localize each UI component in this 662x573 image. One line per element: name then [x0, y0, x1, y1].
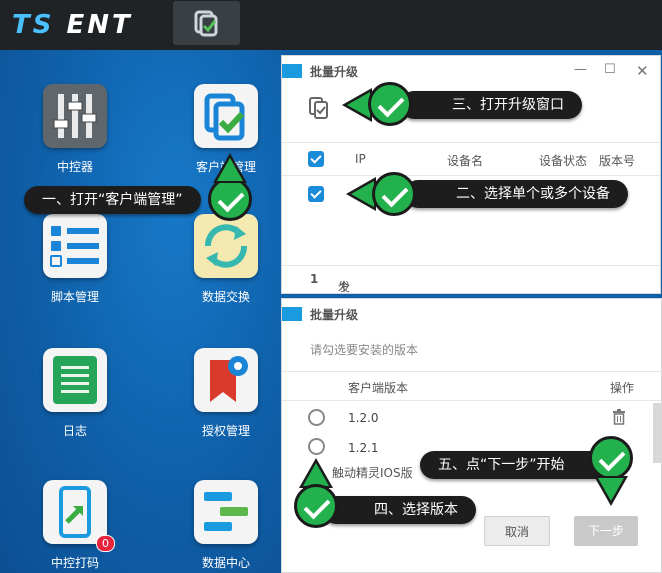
sliders-icon	[43, 84, 107, 148]
col-client-version: 客户端版本	[348, 381, 409, 395]
version-hint: 请勾选要安装的版本	[310, 343, 419, 357]
version-radio[interactable]	[308, 409, 325, 426]
app-label: 脚本管理	[50, 290, 99, 304]
col-version: 版本号	[599, 154, 636, 168]
col-ip: IP	[355, 152, 366, 166]
sync-icon	[205, 224, 247, 268]
version-select-window: 批量升级 请勾选要安装的版本 客户端版本 操作 1.2.0 1.2.1 触动精灵…	[281, 298, 662, 573]
checkmark-pin-icon	[208, 177, 252, 221]
upgrade-tool-button[interactable]	[308, 96, 330, 123]
table-row[interactable]: 1.2.0	[282, 403, 652, 433]
client-manage-taskbar-button[interactable]	[173, 1, 240, 45]
pin-pointer-icon	[213, 153, 247, 183]
device-count-footer: 发现1个设备	[282, 265, 660, 328]
window-title-bar: 批量升级 — ☐ ✕	[282, 56, 660, 86]
top-bar: TS ENT	[0, 0, 662, 50]
app-script-manage[interactable]: 脚本管理	[30, 214, 120, 305]
callout-step1: 一、打开“客户端管理”	[24, 186, 201, 214]
app-data-exchange[interactable]: 数据交换	[181, 214, 271, 305]
app-controller[interactable]: 中控器	[30, 84, 120, 175]
version-radio[interactable]	[308, 438, 325, 455]
device-count: 1	[310, 272, 319, 286]
pin-pointer-icon	[594, 476, 628, 506]
cancel-button[interactable]: 取消	[484, 516, 550, 546]
callout-step3: 三、打开升级窗口	[400, 91, 582, 119]
logo-left-text: TS	[12, 10, 55, 40]
callout-step5: 五、点“下一步”开始	[420, 451, 617, 479]
version-label: 1.2.0	[348, 411, 379, 425]
window-title: 批量升级	[310, 308, 359, 322]
scroll-icon	[53, 356, 97, 404]
select-all-checkbox[interactable]	[308, 151, 324, 167]
upgrade-window-icon	[309, 97, 328, 119]
app-label: 中控打码	[50, 556, 99, 570]
checkmark-pin-icon	[368, 82, 412, 126]
maximize-icon[interactable]: ☐	[604, 62, 616, 77]
app-license-manage[interactable]: 授权管理	[181, 348, 271, 439]
trash-icon[interactable]	[612, 409, 626, 425]
app-label: 数据交换	[201, 290, 250, 304]
device-table-header: IP 设备名 设备状态 版本号	[282, 142, 660, 176]
version-description: 触动精灵IOS版	[332, 466, 413, 480]
client-manage-icon	[204, 93, 245, 141]
minimize-icon[interactable]: —	[574, 62, 587, 77]
checkmark-pin-icon	[294, 484, 338, 528]
notification-badge: 0	[96, 535, 115, 552]
desktop: 中控器 客户端管理 脚本管理	[0, 50, 290, 573]
row-checkbox[interactable]	[308, 186, 324, 202]
app-log[interactable]: 日志	[30, 348, 120, 439]
version-table-header: 客户端版本 操作	[282, 371, 661, 401]
close-icon[interactable]: ✕	[636, 62, 649, 80]
checkmark-pin-icon	[372, 172, 416, 216]
logo-right-text: ENT	[66, 10, 133, 40]
window-title-bar: 批量升级	[282, 299, 661, 329]
callout-step2: 二、选择单个或多个设备	[404, 180, 628, 208]
callout-step4: 四、选择版本	[322, 496, 476, 524]
client-manage-icon	[194, 10, 218, 37]
app-logo: TS ENT	[12, 10, 133, 40]
app-label: 数据中心	[201, 556, 250, 570]
app-label: 授权管理	[201, 424, 250, 438]
version-label: 1.2.1	[348, 441, 379, 455]
window-title: 批量升级	[310, 65, 359, 79]
phone-arrow-icon	[59, 486, 91, 538]
app-label: 中控器	[56, 160, 93, 174]
checkmark-pin-icon	[589, 436, 633, 480]
col-device-name: 设备名	[447, 154, 484, 168]
scrollbar[interactable]	[653, 403, 661, 463]
app-label: 日志	[62, 424, 87, 438]
data-blocks-icon	[204, 492, 248, 531]
bookmark-gear-icon	[210, 356, 248, 402]
col-device-status: 设备状态	[539, 154, 588, 168]
app-data-center[interactable]: 数据中心	[181, 480, 271, 571]
app-control-captcha[interactable]: 0 中控打码	[30, 480, 120, 571]
next-button[interactable]: 下一步	[574, 516, 638, 546]
checklist-icon	[50, 226, 99, 267]
col-action: 操作	[610, 381, 635, 395]
